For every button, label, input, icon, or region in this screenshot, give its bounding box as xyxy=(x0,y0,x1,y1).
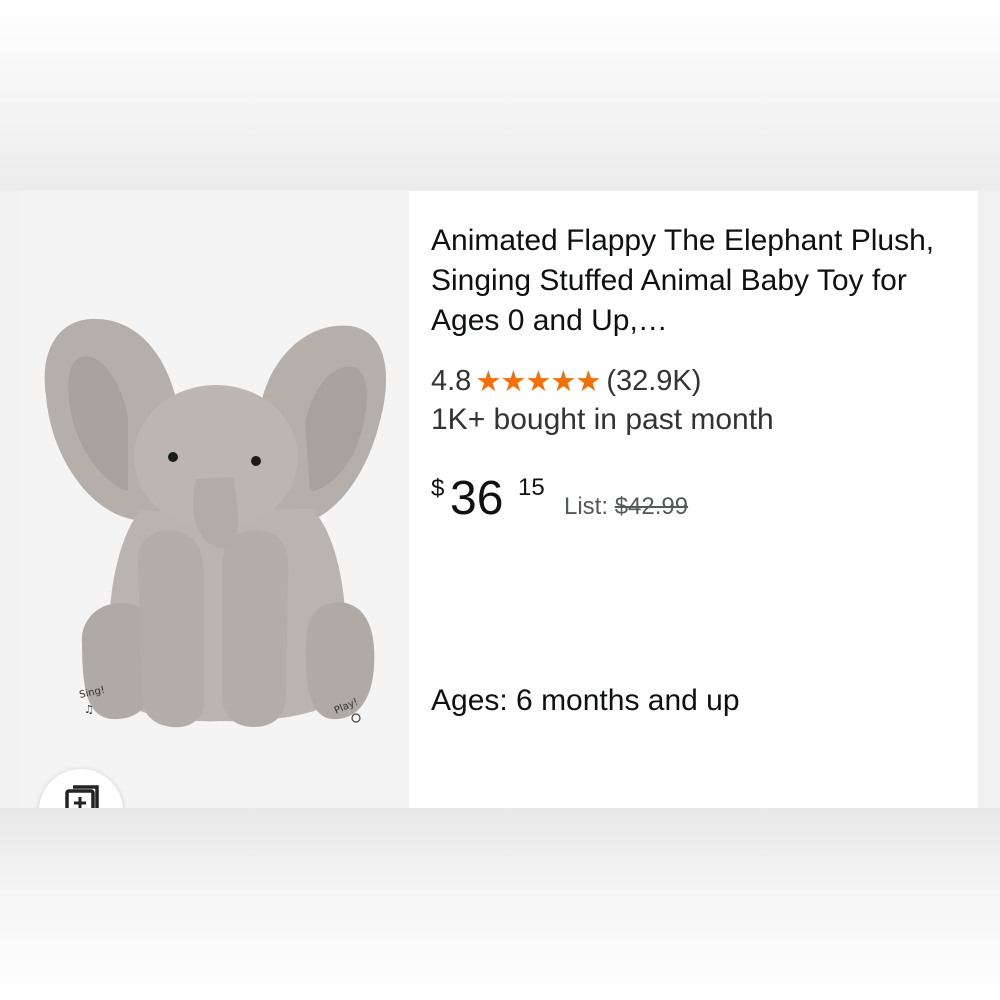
swirl-icon xyxy=(351,713,361,723)
product-title[interactable]: Animated Flappy The Elephant Plush, Sing… xyxy=(431,221,941,341)
list-price: List: $42.99 xyxy=(564,493,688,521)
rating-value: 4.8 xyxy=(431,364,472,397)
bought-count: 1K+ bought in past month xyxy=(431,403,774,436)
age-range: Ages: 6 months and up xyxy=(431,684,740,717)
list-price-label: List: xyxy=(564,493,609,520)
rating-count[interactable]: (32.9K) xyxy=(606,365,701,398)
price-whole: 36 xyxy=(450,472,504,525)
list-price-value: $42.99 xyxy=(614,493,689,520)
elephant-plush-image: Sing! ♫ Play! xyxy=(44,318,387,728)
product-image[interactable]: Sing! ♫ Play! xyxy=(20,191,409,808)
price-currency: $ xyxy=(431,475,445,502)
bottom-backdrop xyxy=(0,808,1000,1000)
star-rating-icon: ★★★★★ xyxy=(475,365,601,398)
music-note-icon: ♫ xyxy=(84,703,94,716)
price-fraction: 15 xyxy=(518,474,545,501)
product-card[interactable]: Sing! ♫ Play! Animated Flappy The Elepha… xyxy=(20,191,978,808)
rating-row[interactable]: 4.8 ★★★★★ (32.9K) xyxy=(431,361,701,401)
compare-images-icon xyxy=(65,785,99,808)
top-backdrop xyxy=(0,0,1000,190)
